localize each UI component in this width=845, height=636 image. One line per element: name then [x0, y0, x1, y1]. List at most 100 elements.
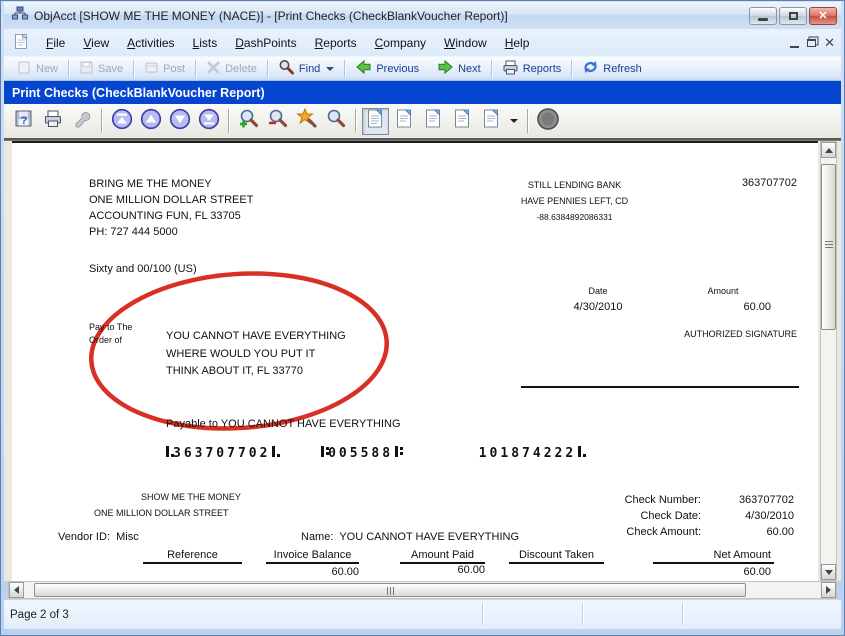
payer-address-block: BRING ME THE MONEY ONE MILLION DOLLAR ST… — [89, 176, 253, 240]
zoom-tool-button[interactable] — [322, 108, 349, 135]
scroll-up-button[interactable] — [821, 142, 836, 158]
find-dropdown-icon[interactable] — [326, 67, 334, 71]
menu-company[interactable]: Company — [366, 33, 435, 53]
zoom-magic-button[interactable] — [293, 108, 320, 135]
column-header-invoice-balance: Invoice Balance — [266, 549, 359, 564]
mdi-close-button[interactable]: ✕ — [824, 38, 835, 48]
micr-onus-symbol — [166, 446, 169, 457]
new-button[interactable]: New — [8, 58, 67, 80]
mdi-minimize-button[interactable] — [790, 46, 799, 48]
payee-name-line: Name: YOU CANNOT HAVE EVERYTHING — [301, 531, 519, 543]
date-value: 4/30/2010 — [558, 301, 638, 313]
pay-to-label: Pay to The Order of — [89, 321, 132, 347]
zoom-in-button[interactable] — [235, 108, 262, 135]
scroll-down-button[interactable] — [821, 564, 836, 580]
page-indicator: Page 2 of 3 — [10, 609, 69, 621]
print-button[interactable] — [39, 108, 66, 135]
payer-street: ONE MILLION DOLLAR STREET — [89, 192, 253, 208]
horizontal-scroll-track[interactable] — [746, 582, 821, 598]
stop-button[interactable] — [534, 108, 561, 135]
menu-view[interactable]: View — [74, 33, 118, 53]
refresh-button[interactable]: Refresh — [573, 58, 651, 80]
new-icon — [17, 60, 32, 78]
statusbar-separator — [682, 603, 683, 625]
stop-icon — [536, 107, 560, 136]
bank-city: HAVE PENNIES LEFT, CD — [467, 193, 682, 209]
micr-transit-symbol — [395, 446, 398, 457]
app-icon — [12, 6, 28, 25]
payee-line2: WHERE WOULD YOU PUT IT — [166, 346, 346, 364]
export-disk-icon: ? — [14, 109, 34, 134]
toolbar-separator — [491, 60, 492, 78]
page-layout-2-button[interactable] — [391, 108, 418, 135]
printer-icon — [43, 110, 63, 133]
up-arrow-icon — [825, 148, 833, 153]
minimize-icon — [758, 18, 768, 21]
menu-file[interactable]: File — [37, 33, 74, 53]
scroll-left-button[interactable] — [9, 582, 24, 598]
previous-page-icon — [140, 108, 162, 135]
down-arrow-icon — [825, 570, 833, 575]
horizontal-scrollbar[interactable] — [8, 581, 837, 599]
page-layout-dropdown-icon[interactable] — [510, 119, 518, 123]
page-layout-single-button[interactable] — [362, 108, 389, 135]
last-page-icon — [198, 108, 220, 135]
page-multi-icon — [453, 108, 472, 134]
menu-window[interactable]: Window — [435, 33, 496, 53]
mdi-restore-button[interactable] — [807, 39, 816, 47]
report-settings-button[interactable] — [68, 108, 95, 135]
report-preview: BRING ME THE MONEY ONE MILLION DOLLAR ST… — [4, 140, 841, 581]
menu-help[interactable]: Help — [496, 33, 539, 53]
page-layout-more-button[interactable] — [478, 108, 505, 135]
post-icon — [144, 60, 159, 78]
previous-page-button[interactable] — [137, 108, 164, 135]
menu-reports[interactable]: Reports — [306, 33, 366, 53]
micr-line: 363707702 005588 101874222 — [164, 446, 585, 461]
minimize-button[interactable] — [749, 7, 777, 25]
close-button[interactable]: ✕ — [809, 7, 837, 25]
stub-check-values: 363707702 4/30/2010 60.00 — [702, 492, 794, 540]
previous-button[interactable]: Previous — [346, 58, 428, 80]
vertical-scrollbar[interactable] — [820, 141, 837, 581]
reports-button[interactable]: Reports — [493, 58, 571, 80]
restore-icon — [789, 12, 798, 20]
menu-activities[interactable]: Activities — [118, 33, 183, 53]
title-bar: ObjAcct [SHOW ME THE MONEY (NACE)] - [Pr… — [4, 2, 841, 29]
delete-icon — [206, 60, 221, 78]
payer-phone: PH: 727 444 5000 — [89, 224, 253, 240]
app-window: ObjAcct [SHOW ME THE MONEY (NACE)] - [Pr… — [0, 0, 845, 636]
bank-name: STILL LENDING BANK — [467, 177, 682, 193]
payer-city: ACCOUNTING FUN, FL 33705 — [89, 208, 253, 224]
delete-button[interactable]: Delete — [197, 58, 266, 80]
save-button[interactable]: Save — [70, 58, 132, 80]
vertical-scroll-thumb[interactable] — [821, 164, 836, 330]
zoom-out-button[interactable] — [264, 108, 291, 135]
page-layout-4-button[interactable] — [449, 108, 476, 135]
export-button[interactable]: ? — [10, 108, 37, 135]
next-button[interactable]: Next — [428, 58, 490, 80]
printer-icon — [502, 60, 519, 78]
vendor-id-value: Misc — [116, 531, 139, 543]
find-button[interactable]: Find — [269, 58, 343, 80]
amount-paid-value: 60.00 — [425, 564, 485, 576]
horizontal-scroll-thumb[interactable] — [34, 583, 746, 597]
toolbar-separator — [267, 60, 268, 78]
check-page: BRING ME THE MONEY ONE MILLION DOLLAR ST… — [12, 141, 818, 581]
save-icon — [79, 60, 94, 78]
page-layout-3-button[interactable] — [420, 108, 447, 135]
menu-dashpoints[interactable]: DashPoints — [226, 33, 305, 53]
restore-button[interactable] — [779, 7, 807, 25]
scroll-right-button[interactable] — [821, 582, 836, 598]
vertical-scroll-track[interactable] — [821, 330, 836, 564]
document-icon — [14, 33, 29, 53]
net-amount-value: 60.00 — [711, 566, 771, 578]
next-page-button[interactable] — [166, 108, 193, 135]
toolbar-separator — [133, 60, 134, 78]
menu-lists[interactable]: Lists — [184, 33, 227, 53]
post-button[interactable]: Post — [135, 58, 194, 80]
toolbar-separator — [527, 109, 528, 133]
last-page-button[interactable] — [195, 108, 222, 135]
zoom-in-icon — [238, 108, 260, 135]
micr-transit-symbol — [321, 446, 324, 457]
first-page-button[interactable] — [108, 108, 135, 135]
